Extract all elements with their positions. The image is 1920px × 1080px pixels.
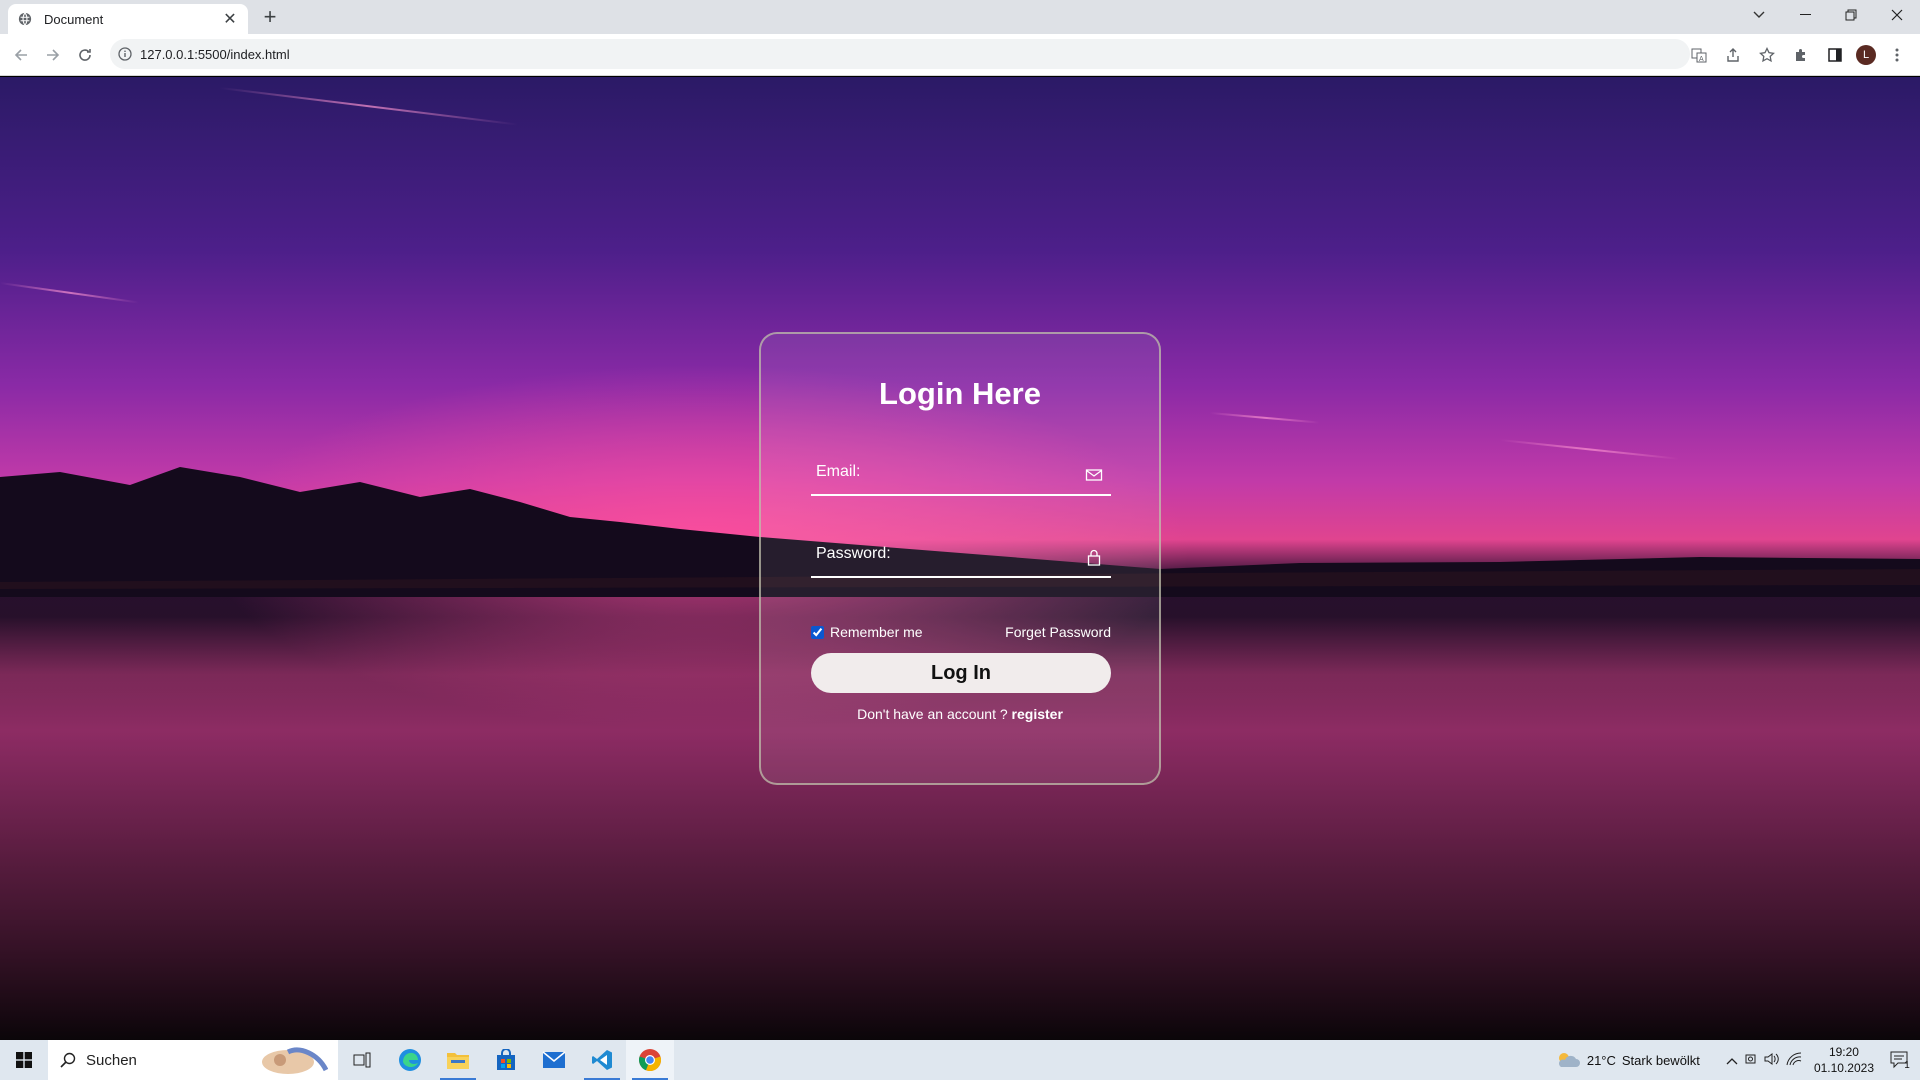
vscode-icon[interactable] <box>578 1040 626 1080</box>
edge-icon[interactable] <box>386 1040 434 1080</box>
close-tab-icon[interactable]: ✕ <box>222 9 238 29</box>
close-window-button[interactable] <box>1874 0 1920 30</box>
meet-now-icon[interactable] <box>1744 1052 1758 1069</box>
register-prompt: Don't have an account ? register <box>761 706 1159 722</box>
mail-app-icon[interactable] <box>530 1040 578 1080</box>
login-card: Login Here Remember me Forget Password L… <box>759 332 1161 785</box>
mail-icon <box>1085 469 1103 481</box>
forward-icon[interactable] <box>40 42 66 68</box>
globe-icon <box>18 12 32 26</box>
system-tray: 21°C Stark bewölkt 19:20 01.10.2023 1 <box>1555 1040 1920 1080</box>
minimize-button[interactable] <box>1782 0 1828 30</box>
side-panel-icon[interactable] <box>1822 42 1848 68</box>
page-viewport: Login Here Remember me Forget Password L… <box>0 77 1920 1041</box>
browser-tab[interactable]: Document ✕ <box>8 4 248 34</box>
chrome-icon[interactable] <box>626 1040 674 1080</box>
share-icon[interactable] <box>1720 42 1746 68</box>
menu-kebab-icon[interactable] <box>1884 42 1910 68</box>
browser-toolbar: 127.0.0.1:5500/index.html A L <box>0 34 1920 76</box>
weather-desc[interactable]: Stark bewölkt <box>1622 1053 1700 1068</box>
notification-center-icon[interactable]: 1 <box>1880 1040 1920 1080</box>
lock-icon <box>1087 549 1101 566</box>
start-button[interactable] <box>0 1040 48 1080</box>
profile-avatar[interactable]: L <box>1856 45 1876 65</box>
file-explorer-icon[interactable] <box>434 1040 482 1080</box>
clock-date: 01.10.2023 <box>1813 1061 1874 1075</box>
forgot-password-link[interactable]: Forget Password <box>1005 624 1111 640</box>
email-input[interactable] <box>811 452 1071 492</box>
search-highlight-image <box>262 1047 328 1074</box>
email-field <box>811 452 1111 496</box>
browser-tabbar: Document ✕ + <box>0 0 1920 34</box>
weather-temp[interactable]: 21°C <box>1587 1053 1616 1068</box>
back-icon[interactable] <box>8 42 34 68</box>
address-bar[interactable]: 127.0.0.1:5500/index.html <box>110 39 1690 69</box>
volume-icon[interactable] <box>1764 1052 1780 1069</box>
weather-cloud-icon[interactable] <box>1555 1050 1581 1070</box>
network-icon[interactable] <box>1786 1051 1802 1069</box>
options-row: Remember me Forget Password <box>811 624 1111 640</box>
register-prompt-text: Don't have an account ? <box>857 706 1008 722</box>
notification-count: 1 <box>1904 1059 1910 1071</box>
page-title: Login Here <box>879 376 1041 411</box>
chevron-up-icon[interactable] <box>1726 1053 1738 1068</box>
search-icon <box>60 1052 76 1068</box>
url-text: 127.0.0.1:5500/index.html <box>140 46 290 62</box>
remember-me[interactable]: Remember me <box>811 624 923 640</box>
remember-checkbox[interactable] <box>811 625 824 639</box>
bookmark-star-icon[interactable] <box>1754 42 1780 68</box>
password-input[interactable] <box>811 534 1071 574</box>
login-button[interactable]: Log In <box>811 653 1111 693</box>
reload-icon[interactable] <box>72 42 98 68</box>
search-label: Suchen <box>86 1051 137 1069</box>
windows-icon <box>16 1052 32 1068</box>
taskbar-search[interactable]: Suchen <box>48 1040 338 1080</box>
info-icon[interactable] <box>118 47 132 61</box>
new-tab-button[interactable]: + <box>258 6 282 30</box>
taskbar: Suchen 21°C Stark bewölkt 19:20 01.10.20… <box>0 1040 1920 1080</box>
tab-search-icon[interactable] <box>1736 0 1782 30</box>
translate-icon[interactable]: A <box>1686 42 1712 68</box>
tab-title: Document <box>44 11 104 27</box>
restore-button[interactable] <box>1828 0 1874 30</box>
remember-label: Remember me <box>830 624 923 640</box>
svg-text:A: A <box>1699 56 1704 63</box>
task-view-icon[interactable] <box>338 1040 386 1080</box>
password-field <box>811 534 1111 578</box>
extensions-icon[interactable] <box>1788 42 1814 68</box>
register-link[interactable]: register <box>1012 706 1063 722</box>
clock-time: 19:20 <box>1828 1045 1859 1059</box>
store-icon[interactable] <box>482 1040 530 1080</box>
clock[interactable]: 19:20 01.10.2023 <box>1814 1044 1874 1076</box>
